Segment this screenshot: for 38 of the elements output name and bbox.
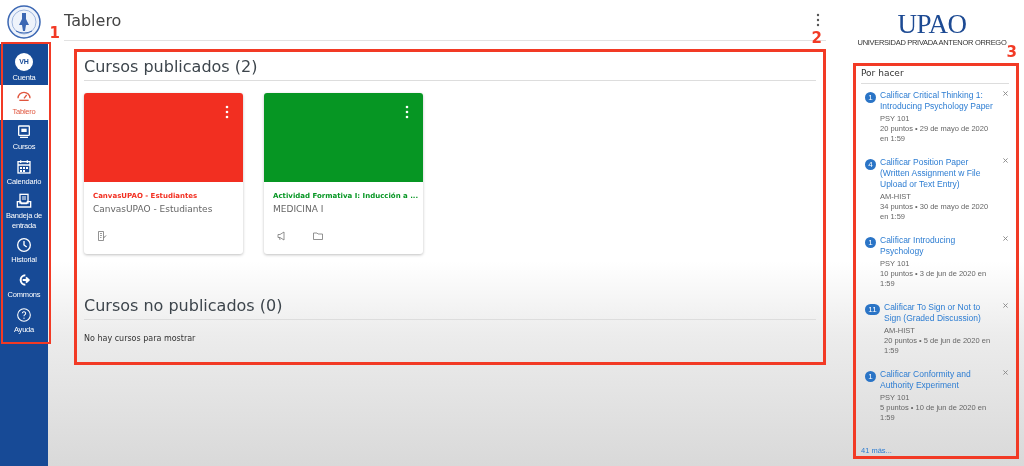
todo-link[interactable]: Calificar Introducing Psychology	[880, 235, 998, 257]
monitor-icon	[16, 124, 32, 141]
count-badge: 11	[865, 304, 880, 315]
section-heading: Cursos publicados (2)	[84, 57, 816, 81]
panel-title: Por hacer	[861, 68, 1009, 84]
close-icon[interactable]	[1002, 235, 1009, 242]
university-seal-icon	[6, 4, 42, 40]
todo-link[interactable]: Calificar Position Paper (Written Assignment w File Upload or Text Entry)	[880, 157, 998, 190]
page-title: Tablero	[64, 10, 122, 30]
close-icon[interactable]	[1002, 157, 1009, 164]
close-icon[interactable]	[1002, 369, 1009, 376]
close-icon[interactable]	[1002, 90, 1009, 97]
course-code: MEDICINA I	[273, 204, 325, 214]
clock-icon	[16, 236, 32, 253]
count-badge: 4	[865, 159, 876, 170]
calendar-icon	[16, 159, 32, 176]
annotation-number: 3	[1006, 45, 1017, 60]
more-options-icon[interactable]	[225, 105, 229, 119]
empty-message: No hay cursos para mostrar	[84, 334, 197, 343]
annotation-number: 2	[811, 31, 822, 46]
inbox-icon	[16, 193, 32, 210]
close-icon[interactable]	[1002, 302, 1009, 309]
course-code: CanvasUPAO - Estudiantes	[93, 204, 214, 214]
section-heading: Cursos no publicados (0)	[84, 296, 816, 320]
todo-link[interactable]: Calificar Critical Thinking 1: Introducing Psychology Paper	[880, 90, 998, 112]
university-logo: UPAO	[897, 12, 967, 36]
folder-icon[interactable]	[312, 230, 324, 242]
megaphone-icon[interactable]	[276, 230, 288, 242]
count-badge: 1	[865, 92, 876, 103]
count-badge: 1	[865, 237, 876, 248]
count-badge: 1	[865, 371, 876, 382]
more-options-icon[interactable]	[405, 105, 409, 119]
todo-link[interactable]: Calificar To Sign or Not to Sign (Graded Discussion)	[884, 302, 998, 324]
more-options-icon[interactable]	[816, 13, 820, 27]
help-icon	[16, 306, 32, 323]
annotation-number: 1	[49, 26, 60, 41]
todo-link[interactable]: Calificar Conformity and Authority Experiment	[880, 369, 998, 391]
document-icon[interactable]	[96, 230, 108, 242]
